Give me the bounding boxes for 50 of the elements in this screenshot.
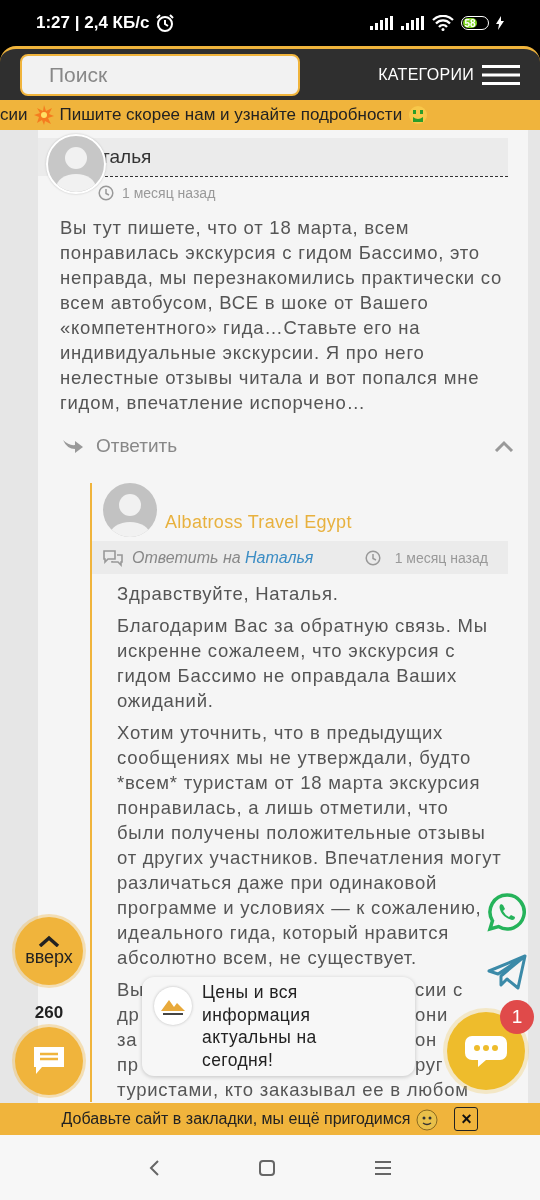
whatsapp-icon[interactable] [487, 892, 527, 932]
popup-text: Цены и вся информация актуальны на сегодня! [202, 981, 318, 1071]
reply-text-fragment: они [415, 1003, 449, 1027]
clock-icon [98, 185, 114, 201]
clock-icon [364, 549, 381, 566]
menu-icon [482, 64, 520, 85]
reply-text-fragment: пр [117, 1053, 139, 1077]
reply-paragraph: Благодарим Вас за обратную связь. Мы искренне сожалеем, что экскурсия с гидом Бассимо не оправдала Ваших ожиданий. [117, 614, 489, 713]
comment-time: 1 месяц назад [122, 185, 216, 201]
comment-count: 260 [33, 1003, 65, 1023]
status-time: 1:27 | 2,4 КБ/с [36, 13, 150, 33]
reply-text-fragment: Вы [117, 978, 145, 1002]
home-icon[interactable] [259, 1159, 275, 1176]
charging-icon [496, 16, 504, 30]
reply-to-text: Ответить на Наталья [132, 548, 314, 567]
signal-icon [401, 16, 425, 30]
bookmark-text: Добавьте сайт в закладки, мы ещё пригодимся [61, 1110, 411, 1128]
reply-time: 1 месяц назад [394, 549, 488, 566]
money-face-icon [408, 105, 429, 125]
close-button[interactable]: × [454, 1107, 479, 1131]
reply-text-fragment: за [117, 1028, 138, 1052]
burst-icon [33, 105, 54, 125]
paper-plane-icon[interactable] [487, 953, 527, 991]
chevron-up-icon [38, 934, 60, 947]
reply-paragraph: Хотим уточнить, что в предыдущих сообщениях мы не утверждали, будто *всем* туристам от 18 марта экскурсия понравилась, а лишь отметили, что были получены положительные отзывы от других участников. Впечатления могут различаться даже при одинаковой программе и условиях — к сожалению, идеального гида, который нравится абсолютно всем, не существует. [117, 721, 502, 970]
avatar [103, 483, 157, 537]
reply-text-fragment: руг [415, 1053, 444, 1077]
announcement-text: сии [0, 105, 28, 125]
reply-text-fragment: сии с [415, 978, 464, 1002]
reply-paragraph: Здравствуйте, Наталья. [117, 582, 340, 606]
chat-bubble-icon [464, 1034, 508, 1068]
search-field[interactable]: Поиск [20, 53, 300, 96]
categories-menu-button[interactable]: КАТЕГОРИИ [378, 64, 520, 85]
reply-arrow-icon [62, 437, 84, 455]
alarm-icon [155, 13, 176, 33]
reply-text-fragment: он [415, 1028, 437, 1052]
reply-author: Albatross Travel Egypt [165, 512, 352, 534]
chevron-up-icon[interactable] [494, 440, 514, 452]
reply-text-fragment: туристами, кто заказывал ее в любом [117, 1078, 469, 1102]
reply-text-fragment: др [117, 1003, 140, 1027]
back-icon[interactable] [149, 1159, 159, 1176]
announcement-text: Пишите скорее нам и узнайте подробности [59, 105, 403, 125]
signal-icon [370, 16, 394, 30]
chat-icon [102, 548, 124, 567]
smiley-icon [416, 1107, 439, 1131]
logo-icon [154, 987, 192, 1025]
wifi-icon [432, 15, 454, 31]
comment-text: Вы тут пишете, что от 18 марта, всем понравилась экскурсия с гидом Бассимо, это неправда, мы перезнакомились практически со всем автобусом, ВСЕ в шоке от Вашего «компетентного» гида…Ставьте его на индивидуальные экскурсии. Я про него нелестные отзывы читала и вот попался мне гидом, впечатление испорчено… [60, 216, 503, 415]
menu-icon[interactable] [375, 1160, 391, 1175]
comment-author: талья [101, 146, 152, 168]
